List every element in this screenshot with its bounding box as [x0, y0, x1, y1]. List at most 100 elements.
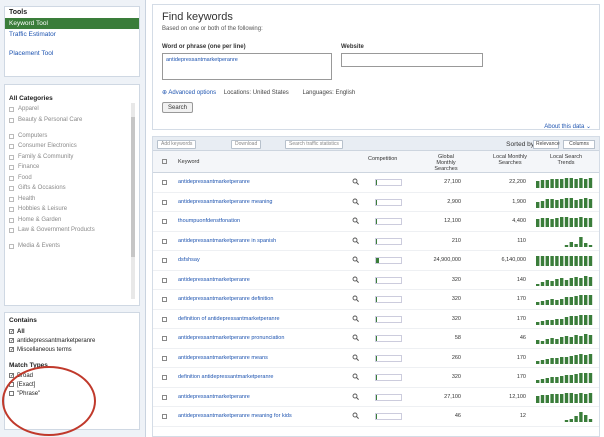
row-checkbox[interactable]	[162, 355, 167, 361]
select-all-checkbox[interactable]	[162, 159, 167, 164]
category-item[interactable]: Food	[5, 174, 139, 185]
category-checkbox[interactable]	[9, 196, 14, 202]
keyword-link[interactable]: antidepressantmarketperanre pronunciatio…	[178, 335, 284, 341]
magnifier-icon[interactable]	[352, 412, 359, 419]
keyword-link[interactable]: antidepressantmarketperanre meaning for …	[178, 413, 292, 419]
category-checkbox[interactable]	[9, 154, 14, 160]
checkbox[interactable]: ✓	[9, 347, 14, 353]
row-checkbox[interactable]	[162, 277, 167, 283]
magnifier-icon[interactable]	[352, 237, 359, 244]
match-phrase-checkbox[interactable]: "Phrase"	[5, 389, 139, 398]
col-competition[interactable]: Competition	[368, 156, 397, 162]
category-item[interactable]: Family & Community	[5, 153, 139, 164]
keyword-link[interactable]: dsfshsay	[178, 257, 200, 263]
category-item[interactable]: Media & Events	[5, 242, 139, 253]
col-keyword[interactable]: Keyword	[178, 159, 199, 165]
row-checkbox[interactable]	[162, 180, 167, 185]
contains-term-checkbox[interactable]: ✓ antidepressantmarketperanre	[5, 336, 139, 345]
row-checkbox[interactable]	[162, 414, 167, 419]
magnifier-icon[interactable]	[352, 354, 359, 361]
row-checkbox[interactable]	[162, 316, 167, 322]
row-checkbox[interactable]	[162, 219, 167, 224]
category-item[interactable]: Apparel	[5, 105, 139, 116]
keyword-link[interactable]: antidepressantmarketperanre definition	[178, 296, 273, 302]
category-checkbox[interactable]	[9, 244, 14, 249]
row-checkbox[interactable]	[162, 238, 167, 244]
category-checkbox[interactable]	[9, 144, 14, 149]
magnifier-icon[interactable]	[352, 198, 359, 205]
col-local-searches[interactable]: Local Monthly Searches	[493, 154, 527, 166]
checkbox[interactable]	[9, 382, 14, 387]
checkbox[interactable]: ✓	[9, 329, 14, 335]
keyword-link[interactable]: antidepressantmarketperanre means	[178, 355, 268, 361]
col-local-trends[interactable]: Local Search Trends	[546, 154, 586, 166]
row-checkbox[interactable]	[162, 336, 167, 341]
keyword-link[interactable]: antidepressantmarketperanre in spanish	[178, 238, 276, 244]
checkbox[interactable]	[9, 391, 14, 396]
category-checkbox[interactable]	[9, 117, 14, 123]
row-checkbox[interactable]	[162, 258, 167, 263]
advanced-options-link[interactable]: Advanced options	[168, 90, 216, 96]
magnifier-icon[interactable]	[352, 178, 359, 185]
about-data-link[interactable]: About this data ⌄	[544, 123, 591, 130]
categories-scrollbar[interactable]	[131, 103, 135, 299]
search-traffic-button[interactable]: Search traffic statistics	[285, 140, 343, 149]
category-item[interactable]: Hobbies & Leisure	[5, 205, 139, 216]
keyword-link[interactable]: thoumpuonfdenstfonation	[178, 218, 240, 224]
keyword-link[interactable]: definition antidepressantmarketperanre	[178, 374, 273, 380]
magnifier-icon[interactable]	[352, 315, 359, 322]
category-checkbox[interactable]	[9, 207, 14, 212]
download-button[interactable]: Download	[231, 140, 262, 149]
row-checkbox[interactable]	[162, 375, 167, 380]
category-item[interactable]: Law & Government Products	[5, 226, 139, 242]
magnifier-icon[interactable]	[352, 256, 359, 263]
category-item[interactable]: Consumer Electronics	[5, 142, 139, 153]
website-input[interactable]	[341, 53, 483, 67]
columns-button[interactable]: Columns	[563, 140, 595, 149]
category-checkbox[interactable]	[9, 133, 14, 139]
magnifier-icon[interactable]	[352, 393, 359, 400]
category-checkbox[interactable]	[9, 165, 14, 170]
keyword-link[interactable]: antidepressantmarketperanre	[178, 179, 250, 185]
category-checkbox[interactable]	[9, 217, 14, 223]
category-checkbox[interactable]	[9, 228, 14, 233]
checkbox[interactable]: ✓	[9, 338, 14, 344]
search-button[interactable]: Search	[162, 102, 193, 113]
keyword-link[interactable]: antidepressantmarketperanre	[178, 394, 250, 400]
category-item[interactable]: Finance	[5, 163, 139, 174]
match-exact-checkbox[interactable]: [Exact]	[5, 380, 139, 389]
contains-all-checkbox[interactable]: ✓ All	[5, 327, 139, 336]
category-item[interactable]: Beauty & Personal Care	[5, 116, 139, 132]
contains-heading: Contains	[9, 317, 37, 324]
magnifier-icon[interactable]	[352, 276, 359, 283]
add-keywords-button[interactable]: Add keywords	[157, 140, 197, 149]
magnifier-icon[interactable]	[352, 373, 359, 380]
magnifier-icon[interactable]	[352, 295, 359, 302]
scrollbar-thumb[interactable]	[131, 117, 135, 257]
magnifier-icon[interactable]	[352, 334, 359, 341]
tool-keyword-tool[interactable]: Keyword Tool	[5, 18, 139, 29]
global-searches: 24,900,000	[433, 257, 461, 263]
checkbox[interactable]: ✓	[9, 373, 14, 379]
category-checkbox[interactable]	[9, 107, 14, 112]
magnifier-icon[interactable]	[352, 217, 359, 224]
col-global-searches[interactable]: Global Monthly Searches	[429, 154, 463, 172]
contains-misc-checkbox[interactable]: ✓ Miscellaneous terms	[5, 345, 139, 354]
row-checkbox[interactable]	[162, 297, 167, 302]
category-checkbox[interactable]	[9, 175, 14, 181]
keyword-link[interactable]: antidepressantmarketperanre	[178, 277, 250, 283]
keyword-link[interactable]: definition of antidepressantmarketperanr…	[178, 316, 280, 322]
word-phrase-input[interactable]: antidepressantmarketperanre	[162, 53, 332, 80]
row-checkbox[interactable]	[162, 394, 167, 400]
category-item[interactable]: Health	[5, 195, 139, 206]
tool-traffic-estimator[interactable]: Traffic Estimator	[5, 29, 139, 40]
category-checkbox[interactable]	[9, 186, 14, 191]
keyword-link[interactable]: antidepressantmarketperanre meaning	[178, 199, 272, 205]
category-item[interactable]: Gifts & Occasions	[5, 184, 139, 195]
category-item[interactable]: Home & Garden	[5, 216, 139, 227]
category-item[interactable]: Computers	[5, 132, 139, 143]
tool-placement-tool[interactable]: Placement Tool	[5, 48, 139, 59]
sort-select[interactable]: Relevance	[533, 140, 560, 149]
row-checkbox[interactable]	[162, 199, 167, 205]
match-broad-checkbox[interactable]: ✓ Broad	[5, 371, 139, 380]
